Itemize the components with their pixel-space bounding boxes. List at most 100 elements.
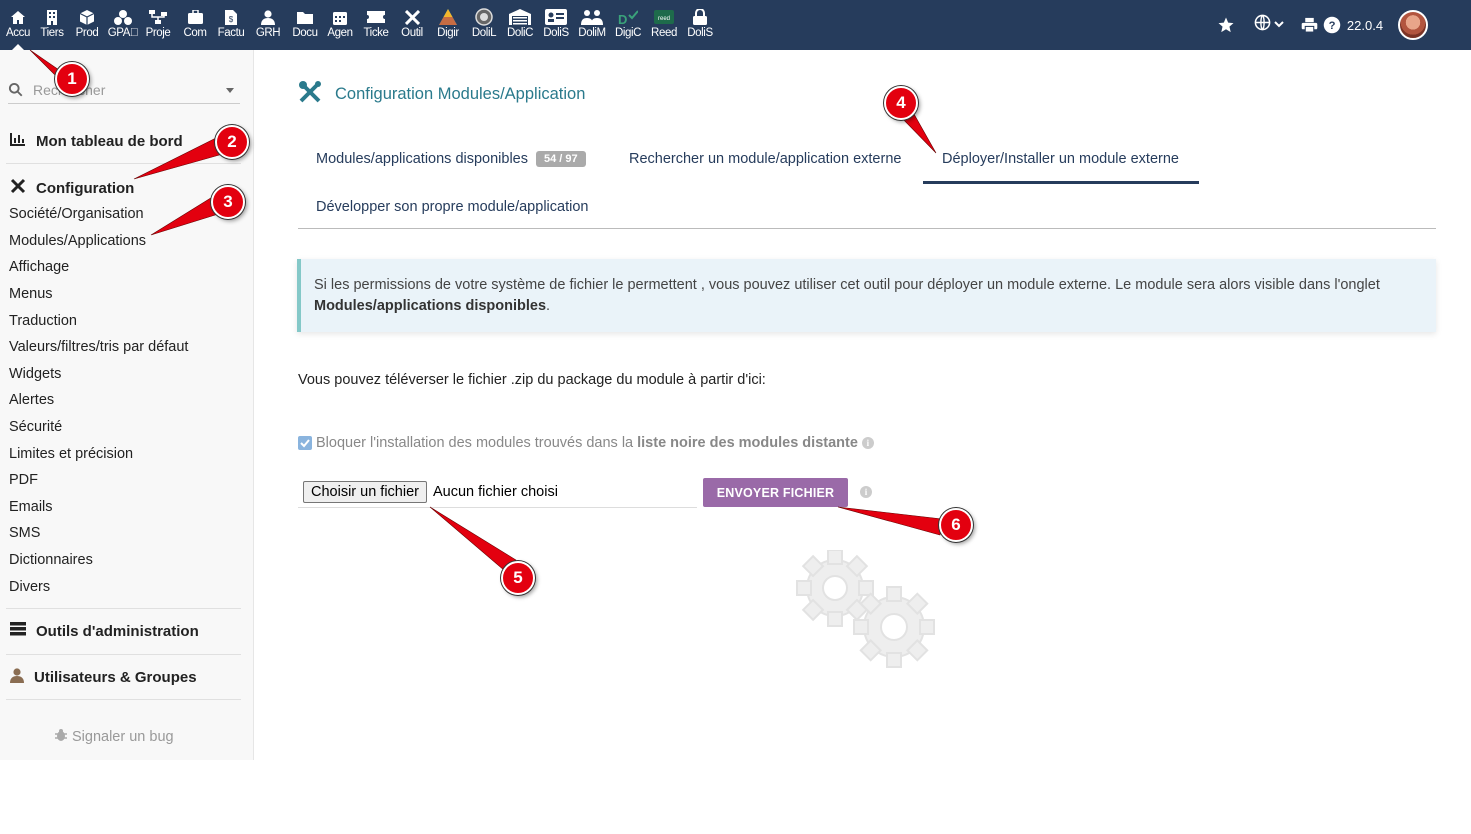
sidebar-admin-tools-label: Outils d'administration [36,622,199,640]
tab-develop-module[interactable]: Développer son propre module/application [316,199,588,215]
avatar [1398,10,1428,40]
top-menu-label: DoliS [543,27,569,39]
top-menu-item-3[interactable]: GPA  [105,0,141,50]
server-icon [10,622,26,640]
active-tab-indicator [923,181,1199,184]
info-icon: i [861,437,874,449]
user-avatar[interactable] [1395,0,1431,50]
svg-text:$: $ [229,15,234,24]
bug-icon [54,728,68,746]
divider [6,608,241,609]
sidebar-admin-tools[interactable]: Outils d'administration [10,622,199,640]
blacklist-label: Bloquer l'installation des modules trouv… [316,435,634,451]
tools-icon [298,80,323,109]
top-menu-item-1[interactable]: Tiers [34,0,70,50]
top-menu-item-19[interactable]: DoliS [682,0,718,50]
top-menu-item-15[interactable]: DoliS [538,0,574,50]
top-menu-label: Reed [651,27,677,39]
top-menu-item-13[interactable]: DoliL [466,0,502,50]
top-menu-label: DoliS [687,27,713,39]
sidebar-item[interactable]: Widgets [9,366,61,382]
ticket-icon [358,9,394,25]
sidebar-item[interactable]: Dictionnaires [9,552,93,568]
top-menu-label: Outil [401,27,423,39]
top-menu-label: Com [183,27,207,39]
top-menu-item-17[interactable]: D DigiC [610,0,646,50]
sidebar-item[interactable]: Modules/Applications [9,233,146,249]
left-sidebar: Rechercher Mon tableau de bord Configura… [0,50,254,760]
building-icon [34,9,70,25]
sidebar-item[interactable]: Limites et précision [9,446,133,462]
tab-deploy-external[interactable]: Déployer/Installer un module externe [942,151,1179,167]
tools-icon [10,178,26,198]
bookmark-star-icon[interactable] [1211,0,1241,50]
top-menu-item-0[interactable]: Accu [0,0,36,50]
annotation-marker-1: 1 [55,62,89,96]
tab-available-modules[interactable]: Modules/applications disponibles 54 / 97 [316,151,586,167]
sidebar-dashboard[interactable]: Mon tableau de bord [10,132,183,150]
top-menu-item-6[interactable]: $ Factu [213,0,249,50]
choose-file-button[interactable]: Choisir un fichier [303,481,427,503]
language-selector[interactable] [1251,0,1287,50]
users-icon [574,9,610,25]
annotation-marker-4: 4 [884,86,918,120]
sidebar-item[interactable]: Menus [9,286,53,302]
top-menu-item-8[interactable]: Docu [287,0,323,50]
sidebar-dashboard-label: Mon tableau de bord [36,132,183,150]
sidebar-item[interactable]: Divers [9,579,50,595]
search-input[interactable]: Rechercher [8,78,240,104]
divider [6,163,241,164]
tab-search-external[interactable]: Rechercher un module/application externe [629,151,901,167]
top-menu-item-16[interactable]: DoliM [574,0,610,50]
blacklist-checkbox[interactable] [298,436,312,450]
top-menu-item-4[interactable]: Proje [140,0,176,50]
annotation-arrow-6 [837,506,943,536]
sidebar-item[interactable]: Affichage [9,259,69,275]
top-right-tools: ? 22.0.4 [1211,0,1471,50]
top-menu-item-9[interactable]: Agen [322,0,358,50]
top-menu-item-14[interactable]: DoliC [502,0,538,50]
divider [6,654,241,655]
top-menu-label: Agen [327,27,353,39]
lock-icon [682,9,718,25]
top-menu-item-11[interactable]: Outil [394,0,430,50]
sidebar-item[interactable]: SMS [9,525,40,541]
sidebar-item[interactable]: Emails [9,499,53,515]
report-bug-link[interactable]: Signaler un bug [54,728,174,746]
top-menu-item-2[interactable]: Prod [69,0,105,50]
print-icon[interactable] [1299,0,1319,50]
info-box: Si les permissions de votre système de f… [297,259,1436,332]
calendar-icon [322,9,358,25]
sidebar-item[interactable]: Traduction [9,313,77,329]
tools-icon [394,9,430,25]
garage-icon [502,9,538,25]
suitcase-icon [177,9,213,25]
sidebar-item[interactable]: Alertes [9,392,54,408]
top-menu-item-18[interactable]: reed Reed [646,0,682,50]
top-menu-item-7[interactable]: GRH [250,0,286,50]
page-title: Configuration Modules/Application [298,80,585,109]
sidebar-item[interactable]: Valeurs/filtres/tris par défaut [9,339,188,355]
top-menu-item-10[interactable]: Ticke [358,0,394,50]
top-menu-item-5[interactable]: Com [177,0,213,50]
top-menu-bar: Accu Tiers Prod GPA  Proje Com $ Factu GRH Docu Ag… [0,0,1471,50]
top-menu-label: DoliM [578,27,606,39]
chevron-down-icon [1274,16,1284,34]
sidebar-users-groups[interactable]: Utilisateurs & Groupes [10,668,197,687]
help-icon[interactable]: ? [1321,0,1343,50]
send-file-button[interactable]: ENVOYER FICHIER [703,478,848,507]
page-title-text: Configuration Modules/Application [335,85,586,103]
sidebar-item[interactable]: Société/Organisation [9,206,144,222]
sidebar-configuration[interactable]: Configuration [10,178,134,198]
top-menu-label: Tiers [40,27,64,39]
doli-logo-icon [466,8,502,26]
folder-icon [287,9,323,25]
top-menu-item-12[interactable]: Digir [430,0,466,50]
no-file-label: Aucun fichier choisi [433,484,558,500]
id-card-icon [538,9,574,25]
top-menu-label: DigiC [614,27,642,39]
home-icon [0,9,36,25]
sidebar-item[interactable]: PDF [9,472,38,488]
caret-down-icon [226,88,234,93]
sidebar-item[interactable]: Sécurité [9,419,62,435]
